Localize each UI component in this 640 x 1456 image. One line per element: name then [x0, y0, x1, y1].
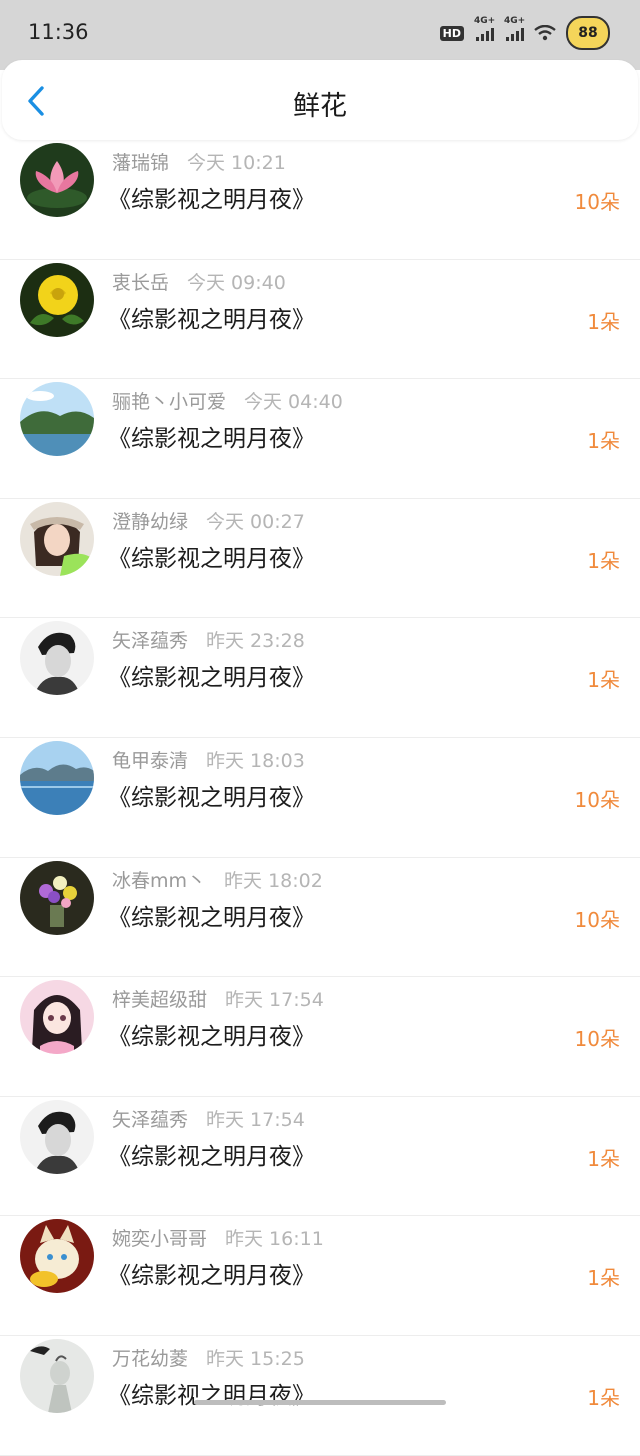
sender-name[interactable]: 冰春mm丶 [112, 870, 206, 892]
sender-meta: 万花幼菱 昨天 15:25 [112, 1344, 305, 1371]
wifi-icon [534, 25, 556, 41]
send-time: 今天 04:40 [244, 391, 343, 414]
avatar[interactable] [20, 143, 94, 217]
sender-meta: 矢泽蕴秀 昨天 17:54 [112, 1105, 305, 1132]
flower-count: 10朵 [574, 1027, 620, 1052]
sender-name[interactable]: 婉奕小哥哥 [112, 1228, 207, 1250]
flower-count: 10朵 [574, 787, 620, 812]
list-item[interactable]: 矢泽蕴秀 昨天 23:28 《综影视之明月夜》 1朵 [0, 618, 640, 738]
send-time: 昨天 17:54 [225, 989, 324, 1012]
send-time: 今天 09:40 [187, 271, 286, 294]
list-item[interactable]: 龟甲泰清 昨天 18:03 《综影视之明月夜》 10朵 [0, 738, 640, 858]
book-title[interactable]: 《综影视之明月夜》 [108, 539, 315, 573]
flower-count: 1朵 [587, 309, 620, 334]
list-item[interactable]: 衷长岳 今天 09:40 《综影视之明月夜》 1朵 [0, 260, 640, 380]
app-header: 鲜花 [2, 60, 638, 140]
avatar[interactable] [20, 382, 94, 457]
sender-name[interactable]: 藩瑞锦 [112, 152, 169, 174]
send-time: 昨天 18:03 [206, 749, 305, 772]
flower-count: 1朵 [587, 548, 620, 573]
sender-meta: 龟甲泰清 昨天 18:03 [112, 746, 305, 773]
book-title[interactable]: 《综影视之明月夜》 [108, 658, 315, 692]
book-title[interactable]: 《综影视之明月夜》 [108, 300, 315, 334]
flower-count: 1朵 [587, 429, 620, 454]
list-item[interactable]: 藩瑞锦 今天 10:21 《综影视之明月夜》 10朵 [0, 140, 640, 260]
avatar[interactable] [20, 1099, 94, 1174]
status-time: 11:36 [28, 20, 89, 44]
page-title: 鲜花 [293, 91, 347, 122]
sender-name[interactable]: 骊艳丶小可爱 [112, 391, 226, 413]
sender-name[interactable]: 澄静幼绿 [112, 511, 188, 533]
avatar[interactable] [20, 501, 94, 576]
book-title[interactable]: 《综影视之明月夜》 [108, 180, 315, 214]
send-time: 昨天 16:11 [225, 1228, 324, 1251]
sender-name[interactable]: 矢泽蕴秀 [112, 630, 188, 652]
book-title[interactable]: 《综影视之明月夜》 [108, 778, 315, 812]
sender-meta: 梓美超级甜 昨天 17:54 [112, 985, 324, 1012]
avatar[interactable] [20, 860, 94, 935]
list-item[interactable]: 婉奕小哥哥 昨天 16:11 《综影视之明月夜》 1朵 [0, 1216, 640, 1336]
flower-count: 10朵 [574, 907, 620, 932]
sender-meta: 矢泽蕴秀 昨天 23:28 [112, 626, 305, 653]
avatar[interactable] [20, 262, 94, 337]
flower-count: 1朵 [587, 668, 620, 693]
sender-name[interactable]: 龟甲泰清 [112, 750, 188, 772]
battery-icon: 88 [566, 16, 610, 50]
flower-count: 10朵 [574, 190, 620, 214]
hd-icon: HD [439, 25, 464, 41]
home-indicator[interactable] [194, 1400, 446, 1405]
sender-meta: 澄静幼绿 今天 00:27 [112, 507, 305, 534]
list-item[interactable]: 澄静幼绿 今天 00:27 《综影视之明月夜》 1朵 [0, 499, 640, 619]
avatar[interactable] [20, 980, 94, 1055]
send-time: 今天 00:27 [206, 510, 305, 533]
sender-name[interactable]: 万花幼菱 [112, 1348, 188, 1370]
sender-meta: 衷长岳 今天 09:40 [112, 268, 286, 295]
list-item[interactable]: 冰春mm丶 昨天 18:02 《综影视之明月夜》 10朵 [0, 858, 640, 978]
sender-name[interactable]: 矢泽蕴秀 [112, 1109, 188, 1131]
send-time: 昨天 23:28 [206, 630, 305, 653]
sender-meta: 藩瑞锦 今天 10:21 [112, 148, 286, 175]
sender-meta: 骊艳丶小可爱 今天 04:40 [112, 387, 343, 414]
signal-icon: 4G+ [474, 16, 495, 41]
send-time: 昨天 18:02 [224, 869, 323, 892]
status-icons: HD 4G+ 4G+ 88 [439, 16, 610, 50]
sender-meta: 冰春mm丶 昨天 18:02 [112, 866, 323, 893]
avatar[interactable] [20, 1219, 94, 1294]
flower-count: 1朵 [587, 1266, 620, 1291]
send-time: 昨天 15:25 [206, 1347, 305, 1370]
sender-name[interactable]: 梓美超级甜 [112, 989, 207, 1011]
list-item[interactable]: 矢泽蕴秀 昨天 17:54 《综影视之明月夜》 1朵 [0, 1097, 640, 1217]
sender-meta: 婉奕小哥哥 昨天 16:11 [112, 1224, 324, 1251]
book-title[interactable]: 《综影视之明月夜》 [108, 898, 315, 932]
list-item[interactable]: 万花幼菱 昨天 15:25 《综影视之明月夜》 1朵 [0, 1336, 640, 1456]
avatar[interactable] [20, 740, 94, 815]
send-time: 昨天 17:54 [206, 1108, 305, 1131]
book-title[interactable]: 《综影视之明月夜》 [108, 1017, 315, 1051]
book-title[interactable]: 《综影视之明月夜》 [108, 419, 315, 453]
flower-count: 1朵 [587, 1385, 620, 1410]
book-title[interactable]: 《综影视之明月夜》 [108, 1256, 315, 1290]
list-item[interactable]: 骊艳丶小可爱 今天 04:40 《综影视之明月夜》 1朵 [0, 379, 640, 499]
book-title[interactable]: 《综影视之明月夜》 [108, 1137, 315, 1171]
flower-list: 藩瑞锦 今天 10:21 《综影视之明月夜》 10朵 衷长岳 今天 09:40 《综影视之明… [0, 140, 640, 1456]
avatar[interactable] [20, 621, 94, 696]
sender-name[interactable]: 衷长岳 [112, 272, 169, 294]
flower-count: 1朵 [587, 1146, 620, 1171]
list-item[interactable]: 梓美超级甜 昨天 17:54 《综影视之明月夜》 10朵 [0, 977, 640, 1097]
avatar[interactable] [20, 1338, 94, 1413]
send-time: 今天 10:21 [187, 152, 286, 174]
signal-icon-2: 4G+ [504, 16, 525, 41]
